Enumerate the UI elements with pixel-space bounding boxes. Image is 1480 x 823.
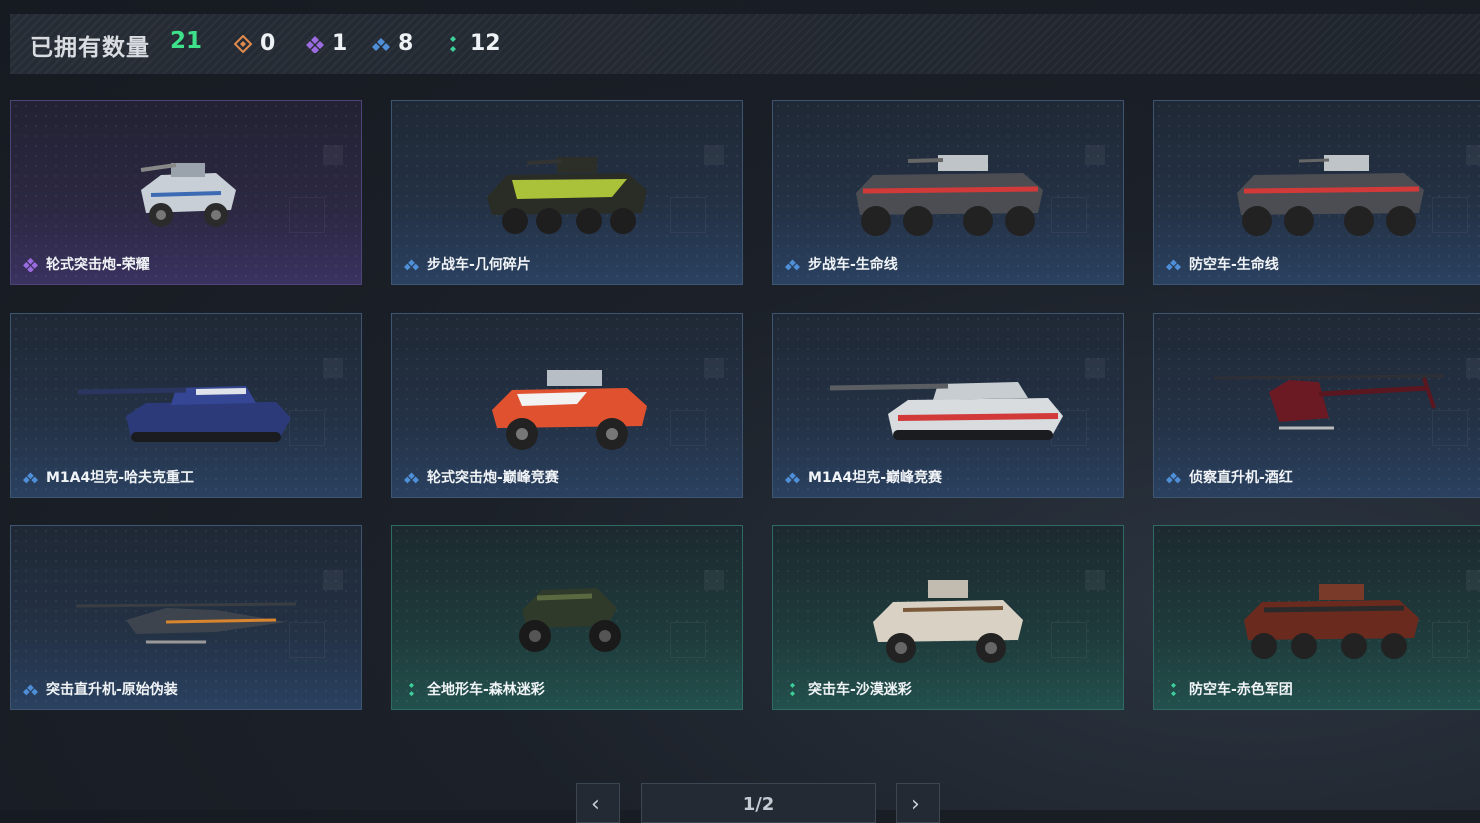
chevron-left-icon: ‹ bbox=[591, 792, 600, 817]
orange-count: 0 bbox=[234, 31, 275, 56]
blue-diamond-icon bbox=[23, 472, 38, 483]
green-diamond-icon bbox=[409, 682, 414, 696]
owned-summary-bar: 已拥有数量 21 0 1 8 12 bbox=[10, 14, 1480, 74]
blue-diamond-icon bbox=[785, 259, 800, 270]
skin-name: 突击车-沙漠迷彩 bbox=[785, 679, 912, 699]
atv-image bbox=[519, 588, 621, 652]
blue-diamond-icon bbox=[404, 472, 419, 483]
blue-diamond-icon bbox=[785, 472, 800, 483]
page-indicator: 1/2 bbox=[641, 783, 876, 823]
skin-name: 突击直升机-原始伪装 bbox=[23, 679, 178, 699]
blue-diamond-icon bbox=[1166, 472, 1181, 483]
blue-count: 8 bbox=[372, 31, 413, 56]
blue-diamond-icon bbox=[23, 684, 38, 695]
skin-name: 防空车-赤色军团 bbox=[1166, 679, 1293, 699]
skin-card[interactable]: 侦察直升机-酒红 bbox=[1153, 313, 1480, 498]
skin-card[interactable]: 全地形车-森林迷彩 bbox=[391, 525, 743, 710]
purple-diamond-icon bbox=[23, 257, 38, 272]
blue-diamond-icon bbox=[1166, 259, 1181, 270]
skin-card[interactable]: 突击车-沙漠迷彩 bbox=[772, 525, 1124, 710]
m1a4-tank-image bbox=[829, 382, 1063, 440]
green-count: 12 bbox=[444, 31, 501, 56]
blue-diamond-icon bbox=[372, 37, 390, 51]
skin-card[interactable]: M1A4坦克-巅峰竞赛 bbox=[772, 313, 1124, 498]
wheeled-assault-gun-image bbox=[492, 370, 647, 450]
next-page-button[interactable]: › bbox=[896, 783, 940, 823]
prev-page-button[interactable]: ‹ bbox=[576, 783, 620, 823]
skin-name: 轮式突击炮-荣耀 bbox=[23, 254, 150, 274]
skin-name: M1A4坦克-巅峰竞赛 bbox=[785, 467, 942, 487]
purple-count: 1 bbox=[306, 31, 347, 56]
skin-name: 步战车-生命线 bbox=[785, 254, 898, 274]
skin-name: 全地形车-森林迷彩 bbox=[404, 679, 545, 699]
skin-card[interactable]: 轮式突击炮-荣耀 bbox=[10, 100, 362, 285]
attack-helicopter-image bbox=[75, 602, 297, 644]
skin-name: M1A4坦克-哈夫克重工 bbox=[23, 467, 194, 487]
blue-diamond-icon bbox=[404, 259, 419, 270]
anti-air-vehicle-image bbox=[1244, 584, 1419, 659]
skin-card[interactable]: 突击直升机-原始伪装 bbox=[10, 525, 362, 710]
assault-vehicle-image bbox=[873, 580, 1023, 663]
green-diamond-icon bbox=[790, 682, 795, 696]
skin-card[interactable]: M1A4坦克-哈夫克重工 bbox=[10, 313, 362, 498]
chevron-right-icon: › bbox=[911, 792, 920, 817]
anti-air-vehicle-image bbox=[1237, 155, 1424, 236]
owned-total: 21 bbox=[170, 28, 203, 54]
skin-name: 步战车-几何碎片 bbox=[404, 254, 531, 274]
skin-card[interactable]: 步战车-生命线 bbox=[772, 100, 1124, 285]
scout-helicopter-image bbox=[1213, 374, 1445, 430]
owned-label: 已拥有数量 bbox=[30, 35, 150, 61]
orange-diamond-icon bbox=[234, 34, 252, 53]
m1a4-tank-image bbox=[77, 386, 291, 442]
green-diamond-icon bbox=[450, 35, 456, 52]
wheeled-assault-gun-image bbox=[140, 163, 236, 227]
skin-name: 防空车-生命线 bbox=[1166, 254, 1279, 274]
skin-name: 侦察直升机-酒红 bbox=[1166, 467, 1293, 487]
skin-name: 轮式突击炮-巅峰竞赛 bbox=[404, 467, 559, 487]
green-diamond-icon bbox=[1171, 682, 1176, 696]
ifv-image bbox=[487, 157, 647, 234]
skin-card[interactable]: 防空车-生命线 bbox=[1153, 100, 1480, 285]
purple-diamond-icon bbox=[306, 35, 324, 53]
skin-card[interactable]: 轮式突击炮-巅峰竞赛 bbox=[391, 313, 743, 498]
ifv-image bbox=[856, 155, 1043, 236]
skin-card[interactable]: 步战车-几何碎片 bbox=[391, 100, 743, 285]
skin-card[interactable]: 防空车-赤色军团 bbox=[1153, 525, 1480, 710]
